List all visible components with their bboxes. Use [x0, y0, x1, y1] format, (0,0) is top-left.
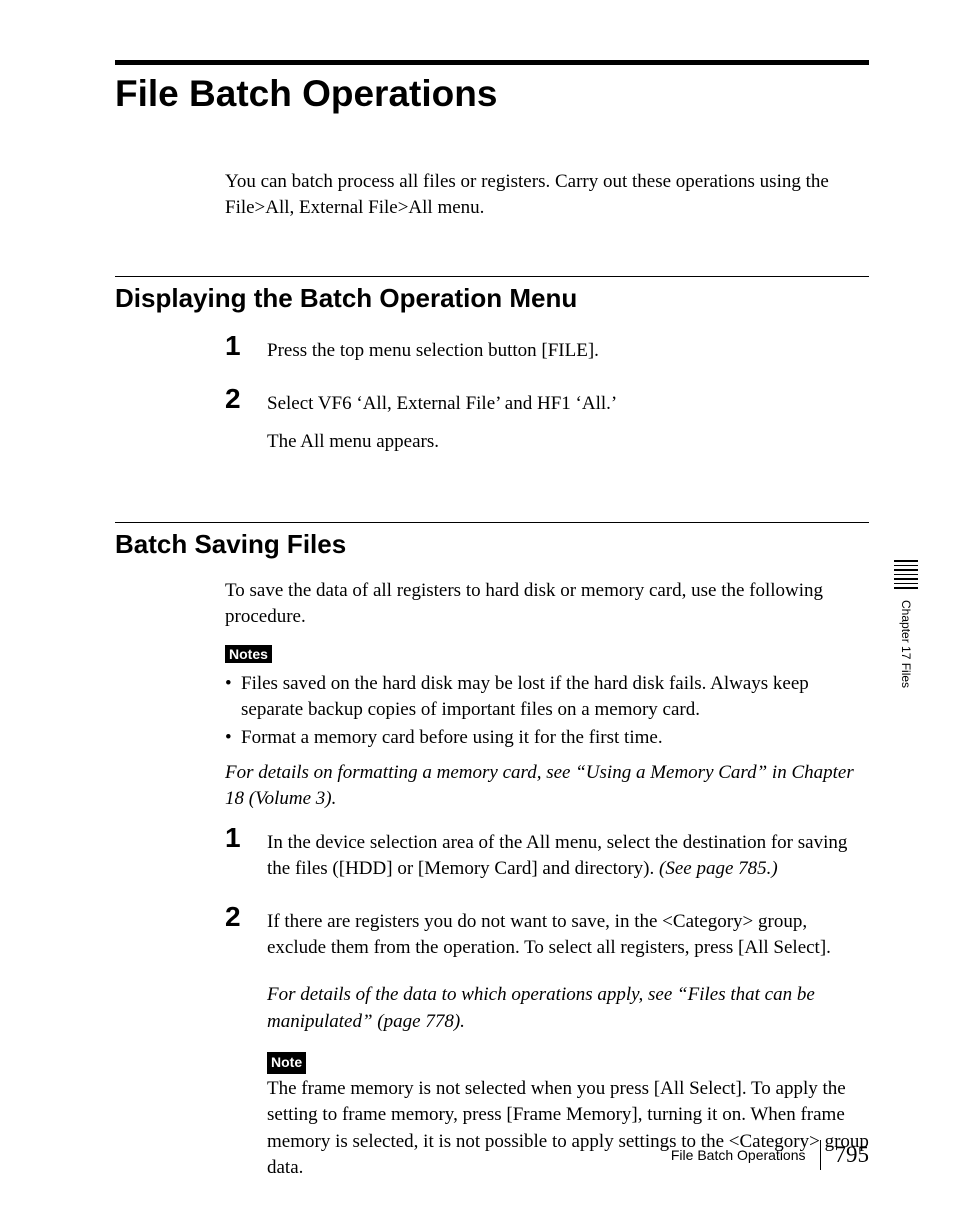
step-number: 2	[225, 903, 249, 1194]
note-label: Note	[267, 1052, 306, 1074]
intro-paragraph: You can batch process all files or regis…	[225, 169, 869, 220]
title-rule	[115, 60, 869, 65]
bullet-item: Files saved on the hard disk may be lost…	[225, 671, 869, 722]
step-number: 1	[225, 332, 249, 377]
section2-intro: To save the data of all registers to har…	[225, 578, 869, 629]
footer-divider	[820, 1140, 821, 1170]
section-rule-1	[115, 276, 869, 277]
step-1: 1 In the device selection area of the Al…	[225, 824, 869, 895]
bullet-item: Format a memory card before using it for…	[225, 725, 869, 751]
page-title: File Batch Operations	[115, 73, 869, 115]
step-cross-ref: For details of the data to which operati…	[267, 982, 869, 1035]
section2-steps: 1 In the device selection area of the Al…	[225, 824, 869, 1195]
footer-title: File Batch Operations	[671, 1147, 820, 1163]
step-number: 2	[225, 385, 249, 468]
step-number: 1	[225, 824, 249, 895]
side-tab-text: Chapter 17 Files	[899, 600, 913, 688]
step-text: If there are registers you do not want t…	[267, 909, 869, 962]
step-2: 2 Select VF6 ‘All, External File’ and HF…	[225, 385, 869, 468]
footer: File Batch Operations 795	[671, 1140, 869, 1170]
step-body: In the device selection area of the All …	[267, 824, 869, 895]
step-body: Press the top menu selection button [FIL…	[267, 332, 869, 377]
step-body: Select VF6 ‘All, External File’ and HF1 …	[267, 385, 869, 468]
side-tab: Chapter 17 Files	[894, 560, 918, 688]
section-rule-2	[115, 522, 869, 523]
step-1: 1 Press the top menu selection button [F…	[225, 332, 869, 377]
notes-bullets: Files saved on the hard disk may be lost…	[225, 671, 869, 750]
step-text: Press the top menu selection button [FIL…	[267, 338, 869, 365]
see-page-ref: (See page 785.)	[659, 858, 778, 879]
section-title-2: Batch Saving Files	[115, 529, 869, 560]
notes-label: Notes	[225, 645, 272, 663]
note-block: Note	[267, 1049, 869, 1076]
footer-page-number: 795	[835, 1142, 870, 1168]
step-text: In the device selection area of the All …	[267, 830, 869, 883]
step-text: Select VF6 ‘All, External File’ and HF1 …	[267, 391, 869, 418]
step-follow-text: The All menu appears.	[267, 429, 869, 456]
notes-block: Notes	[225, 645, 869, 665]
section-title-1: Displaying the Batch Operation Menu	[115, 283, 869, 314]
section1-steps: 1 Press the top menu selection button [F…	[225, 332, 869, 468]
cross-ref: For details on formatting a memory card,…	[225, 760, 869, 811]
tab-bars-icon	[894, 560, 918, 592]
